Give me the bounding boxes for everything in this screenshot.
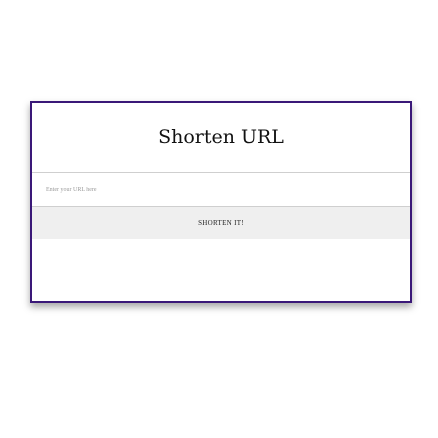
shorten-url-card: Shorten URL SHORTEN IT! bbox=[30, 101, 412, 303]
page-title: Shorten URL bbox=[158, 126, 284, 148]
shorten-button[interactable]: SHORTEN IT! bbox=[32, 207, 410, 239]
url-input[interactable] bbox=[32, 172, 410, 207]
